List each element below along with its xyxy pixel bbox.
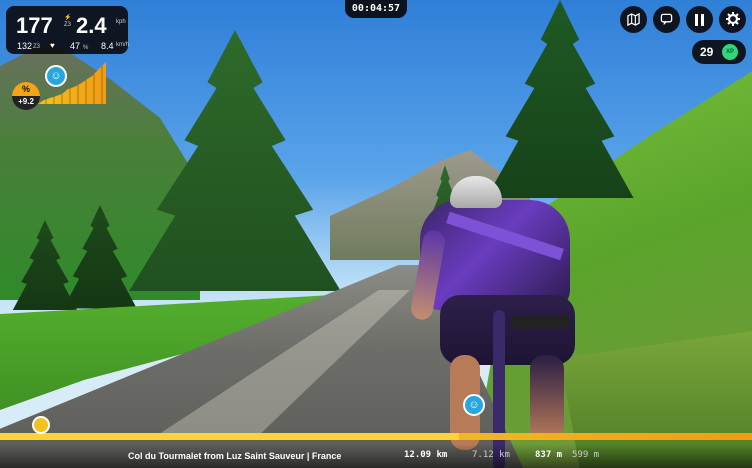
avg-speed-unit: km/h xyxy=(116,42,130,48)
grade-value: +9.2 xyxy=(18,97,34,106)
xp-badge-icon: XP xyxy=(722,44,738,60)
pause-icon xyxy=(695,14,704,26)
map-icon xyxy=(627,12,640,27)
avg-speed-value: 8.4 xyxy=(101,41,114,51)
xp-value: 29 xyxy=(700,45,714,59)
gear-icon xyxy=(725,12,740,26)
grade-percent-unit: % xyxy=(83,45,89,51)
route-info-bar: Col du Tourmalet from Luz Saint Sauveur … xyxy=(0,444,752,468)
bike-saddle xyxy=(510,315,570,329)
current-position-marker: ☺ xyxy=(463,394,485,416)
remaining-distance: 7.12 km xyxy=(472,450,510,460)
total-distance: 12.09 km xyxy=(404,450,448,460)
start-marker xyxy=(32,416,50,434)
elevation-gain: 837 m xyxy=(535,450,563,460)
remaining-elevation: 599 m xyxy=(572,450,600,460)
chat-icon xyxy=(660,13,673,26)
rider-avatar-pin: ☺ xyxy=(45,65,67,87)
grade-icon: % xyxy=(12,82,40,96)
heart-zone: Z3 xyxy=(33,44,41,50)
pause-button[interactable] xyxy=(686,6,713,33)
heart-rate-value: 132 xyxy=(17,41,33,51)
cyclist-helmet xyxy=(450,176,502,208)
map-button[interactable] xyxy=(620,6,647,33)
grade-percent-value: 47 xyxy=(70,41,81,51)
ride-timer: 00:04:57 xyxy=(345,0,407,18)
power-value: 177 xyxy=(16,13,53,38)
ride-video-scene xyxy=(0,0,752,468)
speed-unit: kph xyxy=(116,19,126,25)
grade-badge: % +9.2 xyxy=(12,82,40,110)
route-progress-fill xyxy=(0,433,459,440)
cyclist xyxy=(405,170,595,468)
settings-button[interactable] xyxy=(719,6,746,33)
xp-counter: 29 XP xyxy=(692,40,746,64)
heart-icon: ♥ xyxy=(50,41,55,50)
speed-value: 2.4 xyxy=(76,13,107,38)
chat-button[interactable] xyxy=(653,6,680,33)
power-zone: Z3 xyxy=(64,22,72,28)
route-progress-bar xyxy=(0,433,752,440)
ride-stats-panel: 177 ⚡ Z3 2.4 kph 132 Z3 ♥ 47 % 8.4 km/h xyxy=(6,6,130,54)
route-name: Col du Tourmalet from Luz Saint Sauveur … xyxy=(128,451,342,461)
cyclist-leg xyxy=(530,355,564,440)
power-icon: ⚡ xyxy=(64,15,72,21)
